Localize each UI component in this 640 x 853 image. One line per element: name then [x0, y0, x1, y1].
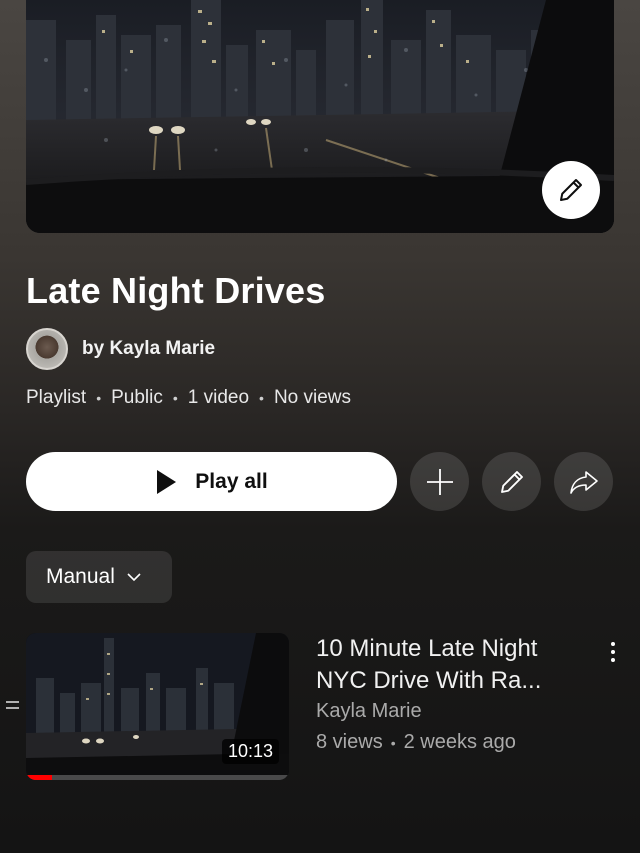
pencil-icon: [560, 179, 582, 201]
city-night-rain-image: [26, 0, 614, 233]
playlist-views: No views: [273, 387, 352, 408]
play-all-label: Play all: [195, 469, 268, 493]
share-button[interactable]: [554, 452, 613, 511]
sort-dropdown[interactable]: Manual: [26, 551, 172, 603]
share-icon: [569, 470, 598, 494]
watch-progress-fill: [26, 775, 53, 780]
edit-playlist-button[interactable]: [482, 452, 541, 511]
video-views: 8 views: [316, 731, 383, 753]
video-channel[interactable]: Kayla Marie: [316, 700, 422, 723]
playlist-type: Playlist: [26, 387, 87, 408]
playlist-owner[interactable]: by Kayla Marie: [26, 328, 215, 370]
drag-handle-icon[interactable]: [6, 701, 19, 713]
play-icon: [157, 469, 177, 494]
video-thumbnail[interactable]: 10:13: [26, 633, 289, 780]
playlist-visibility: Public: [111, 387, 163, 408]
sort-selected-label: Manual: [46, 565, 115, 588]
owner-name: by Kayla Marie: [82, 338, 216, 359]
avatar: [26, 328, 68, 370]
play-all-button[interactable]: Play all: [26, 452, 397, 511]
add-video-button[interactable]: [410, 452, 469, 511]
chevron-down-icon: [127, 572, 141, 581]
video-age: 2 weeks ago: [403, 731, 516, 753]
playlist-title: Late Night Drives: [26, 270, 326, 311]
edit-cover-button[interactable]: [542, 161, 600, 219]
video-duration: 10:13: [221, 739, 279, 764]
playlist-meta: Playlist • Public • 1 video • No views: [26, 387, 351, 409]
meta-separator: •: [96, 390, 102, 406]
pencil-icon: [500, 470, 523, 493]
video-stats: 8 views • 2 weeks ago: [316, 731, 516, 754]
meta-separator: •: [259, 390, 264, 406]
meta-separator: •: [172, 390, 178, 406]
video-title[interactable]: 10 Minute Late Night NYC Drive With Ra..…: [316, 633, 578, 697]
stats-separator: •: [390, 734, 396, 751]
plus-icon: [426, 468, 453, 495]
playlist-video-count: 1 video: [187, 387, 250, 408]
more-options-icon[interactable]: [600, 638, 626, 666]
playlist-cover-image: [26, 0, 614, 233]
playlist-page: Late Night Drives by Kayla Marie Playlis…: [0, 0, 640, 853]
watch-progress-bar: [26, 775, 289, 780]
